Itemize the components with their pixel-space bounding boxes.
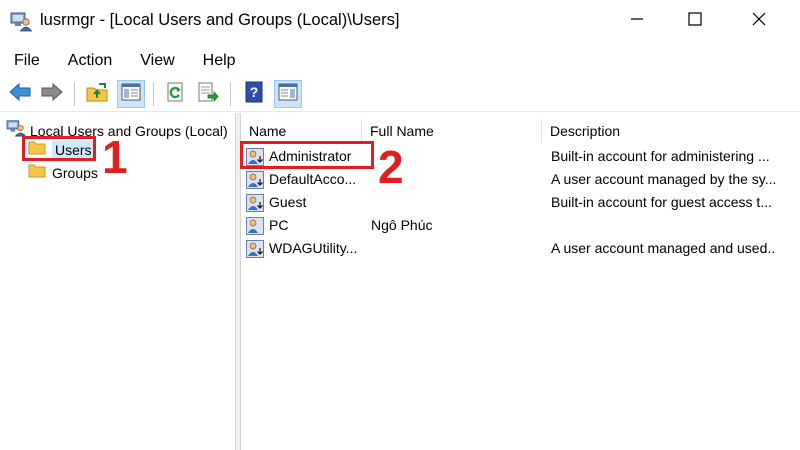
tree-node-label: Groups [52,165,98,181]
menu-bar: File Action View Help [0,48,800,74]
column-header-full-name[interactable]: Full Name [370,119,434,143]
help-icon: ? [244,81,264,108]
minimize-icon [630,12,644,31]
show-hide-tree-icon [121,83,141,106]
forward-arrow-icon [40,82,64,107]
tree-node-groups[interactable]: Groups [28,163,98,183]
export-list-icon [197,82,219,107]
user-full-name [371,191,536,214]
user-name: DefaultAcco... [269,171,357,187]
annotation-step-2: 2 [378,141,404,193]
user-description: Built-in account for guest access t... [551,194,772,210]
forward-button[interactable] [38,80,66,108]
user-icon [246,217,264,235]
close-button[interactable] [730,0,788,42]
back-button[interactable] [6,80,34,108]
show-hide-action-pane-button[interactable] [274,80,302,108]
show-hide-action-pane-icon [278,83,298,106]
menu-action[interactable]: Action [54,48,126,74]
user-description: Built-in account for administering ... [551,148,770,164]
user-name: PC [269,217,289,233]
toolbar: ? [0,76,800,112]
help-button[interactable]: ? [240,80,268,108]
up-one-level-button[interactable] [83,80,111,108]
table-row[interactable]: Guest Built-in account for guest access … [241,191,800,214]
user-name: WDAGUtility... [269,240,357,256]
refresh-button[interactable] [162,80,190,108]
user-full-name: Ngô Phúc [371,217,433,233]
annotation-box-users [22,136,96,161]
user-description [551,214,776,237]
annotation-box-administrator [240,141,374,169]
computer-users-icon [10,10,33,32]
user-icon [246,171,264,189]
minimize-button[interactable] [608,0,666,42]
column-separator[interactable] [361,119,362,143]
maximize-button[interactable] [666,0,724,42]
user-icon [246,194,264,212]
show-hide-console-tree-button[interactable] [117,80,145,108]
user-name: Guest [269,194,307,210]
toolbar-separator [230,82,231,106]
table-row[interactable]: DefaultAcco... A user account managed by… [241,168,800,191]
annotation-step-1: 1 [102,131,128,183]
user-full-name [371,237,536,260]
close-icon [752,12,766,31]
back-arrow-icon [8,82,32,107]
export-list-button[interactable] [194,80,222,108]
column-separator[interactable] [541,119,542,143]
toolbar-separator [74,82,75,106]
up-folder-icon [86,82,108,107]
user-description: A user account managed and used... [551,240,776,256]
folder-icon [28,163,46,183]
table-row[interactable]: WDAGUtility... A user account managed an… [241,237,800,260]
menu-help[interactable]: Help [189,48,250,74]
user-icon [246,240,264,258]
toolbar-separator [153,82,154,106]
column-header-description[interactable]: Description [550,119,620,143]
menu-file[interactable]: File [0,48,54,74]
user-description: A user account managed by the sy... [551,171,776,187]
table-row[interactable]: PC Ngô Phúc [241,214,800,237]
title-bar[interactable]: lusrmgr - [Local Users and Groups (Local… [0,0,800,42]
column-header-name[interactable]: Name [249,119,286,143]
refresh-icon [166,82,186,107]
maximize-icon [688,11,702,31]
svg-text:?: ? [250,84,259,100]
menu-view[interactable]: View [126,48,188,74]
window-title: lusrmgr - [Local Users and Groups (Local… [40,11,400,29]
